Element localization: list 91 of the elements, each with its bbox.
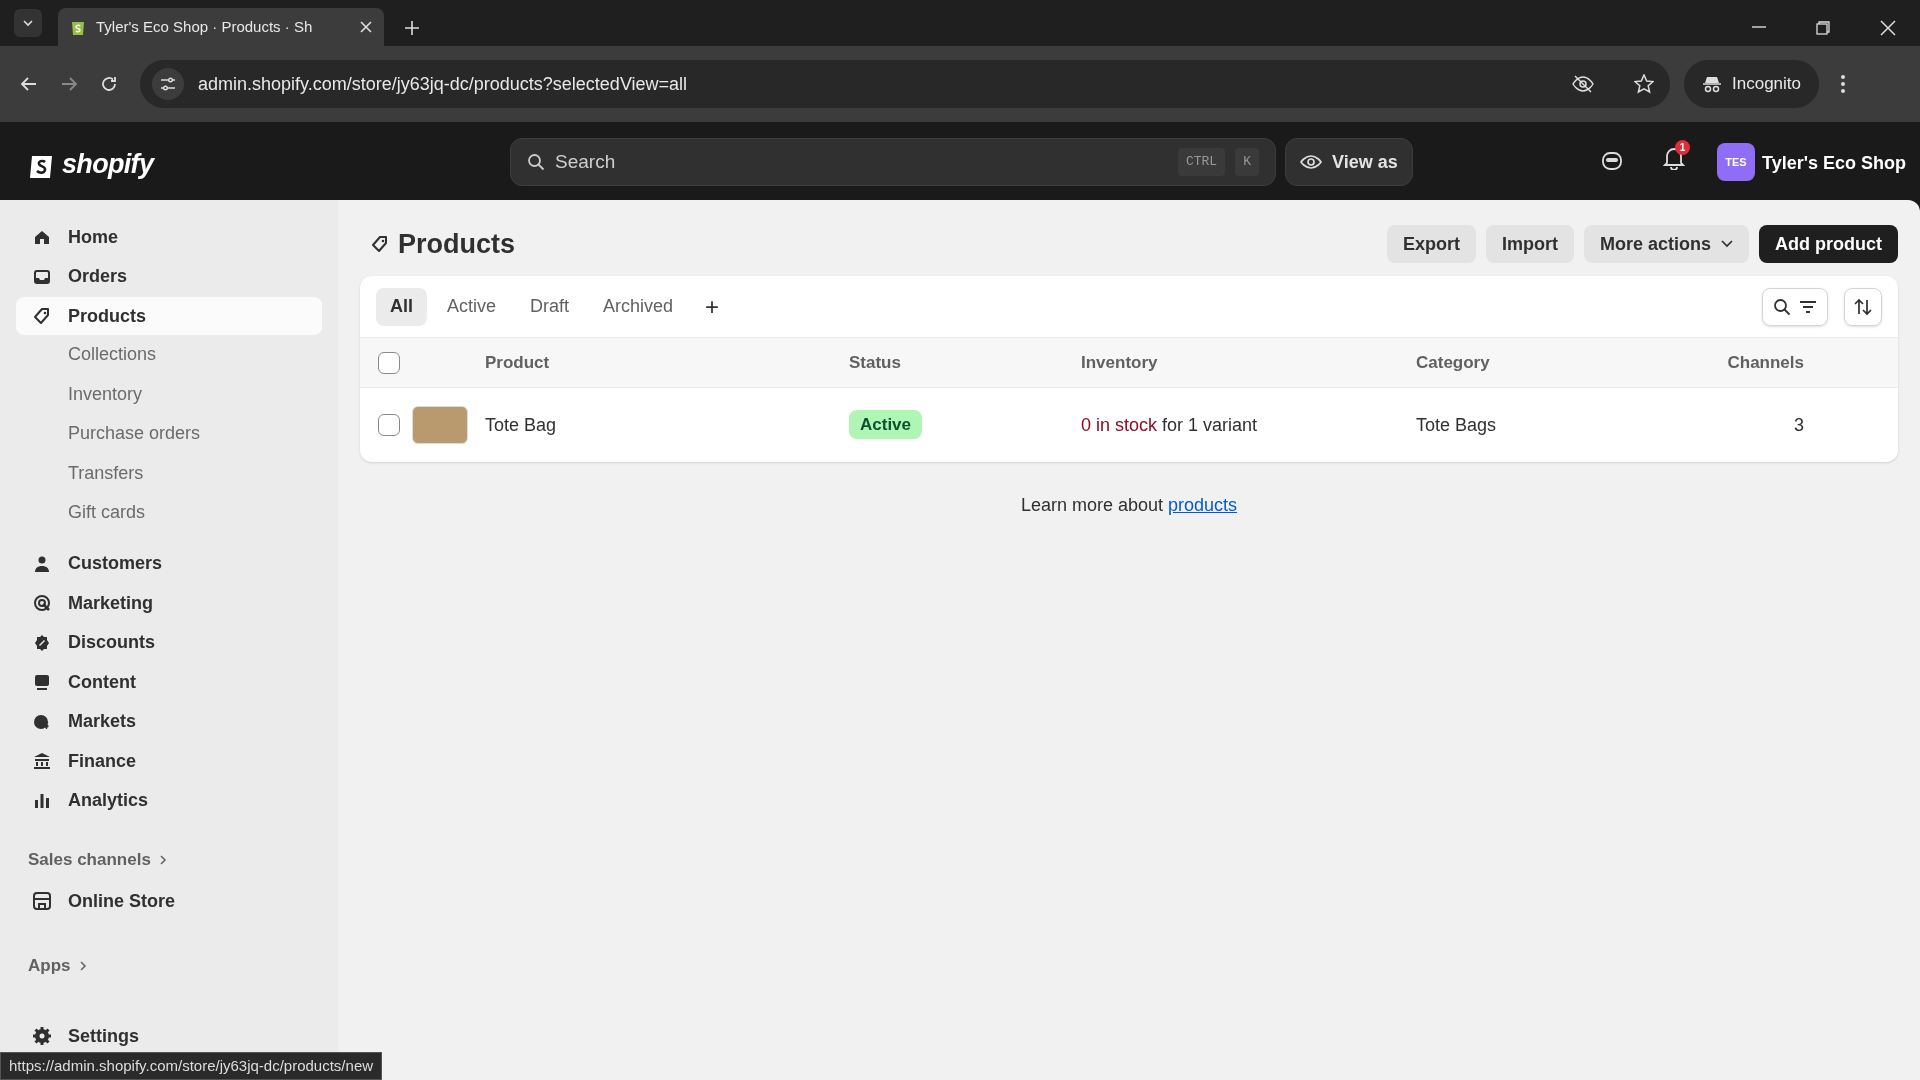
search-icon [1773, 297, 1791, 316]
more-actions-button[interactable]: More actions [1584, 225, 1749, 263]
close-icon[interactable] [360, 21, 372, 33]
nav-item[interactable]: Markets [16, 702, 322, 741]
storefront-icon [32, 891, 52, 911]
add-view-button[interactable]: + [693, 287, 732, 326]
apps-link[interactable]: Apps [28, 951, 338, 981]
site-settings-button[interactable] [152, 68, 184, 100]
browser-tab[interactable]: Tyler's Eco Shop · Products · Sh [58, 8, 384, 46]
product-thumbnail [412, 406, 468, 444]
notification-badge: 1 [1675, 140, 1690, 155]
tab-list-button[interactable] [14, 9, 42, 37]
sales-channels-link[interactable]: Sales channels [28, 845, 338, 875]
tag-icon [32, 306, 52, 326]
add-product-button[interactable]: Add product [1759, 225, 1898, 263]
chevron-right-icon [78, 960, 87, 972]
products-link[interactable]: products [1168, 495, 1238, 515]
store-avatar[interactable]: TES [1717, 143, 1755, 181]
url-text: admin.shopify.com/store/jy63jq-dc/products?selectedView=all [198, 72, 689, 96]
address-bar[interactable]: admin.shopify.com/store/jy63jq-dc/products?selectedView=all [140, 60, 1670, 108]
target-icon [32, 593, 52, 613]
action-button[interactable]: Export [1386, 225, 1476, 263]
chevron-down-icon [22, 17, 34, 29]
nav-item[interactable]: Discounts [16, 623, 322, 662]
view-tab[interactable]: Active [433, 287, 511, 326]
search-filter-button[interactable] [1762, 287, 1828, 326]
filter-icon [1799, 299, 1817, 314]
close-icon[interactable] [1880, 20, 1896, 36]
nav-item[interactable]: Online Store [16, 881, 322, 921]
nav-item[interactable]: Marketing [16, 584, 322, 622]
column-header: Status [849, 352, 901, 372]
nav-subitem[interactable]: Transfers [68, 453, 338, 493]
new-tab-icon[interactable] [404, 20, 420, 36]
view-as-button[interactable]: View as [1285, 138, 1413, 186]
sort-button[interactable] [1844, 287, 1882, 326]
page-title: Products [398, 227, 516, 261]
inventory-text: 0 in stock for 1 variant [1081, 414, 1258, 435]
nav-item[interactable]: Orders [16, 257, 322, 296]
forward-icon[interactable] [60, 75, 78, 93]
select-all-checkbox[interactable] [378, 351, 400, 374]
nav-item[interactable]: Finance [16, 742, 322, 780]
search-icon [527, 153, 545, 171]
shortcut-key: K [1235, 148, 1259, 176]
product-name[interactable]: Tote Bag [485, 414, 557, 435]
incognito-icon [1702, 75, 1722, 93]
column-header: Product [485, 352, 550, 372]
column-header: Channels [1727, 352, 1804, 372]
tag-icon [370, 234, 390, 254]
percent-badge-icon [32, 632, 52, 653]
settings-icon [32, 1026, 52, 1046]
sliders-icon [160, 77, 176, 91]
eye-icon [1300, 154, 1322, 170]
view-tab[interactable]: Draft [516, 287, 584, 326]
store-name[interactable]: Tyler's Eco Shop [1762, 150, 1906, 177]
back-icon[interactable] [20, 75, 38, 93]
nav-item[interactable]: Customers [16, 544, 322, 583]
sort-icon [1854, 297, 1872, 316]
image-icon [32, 672, 52, 692]
view-tab[interactable]: All [376, 287, 427, 326]
column-header: Inventory [1081, 352, 1158, 372]
menu-icon[interactable] [1841, 75, 1845, 93]
tab-title: Tyler's Eco Shop · Products · Sh [96, 16, 314, 37]
nav-subitem[interactable]: Gift cards [68, 493, 338, 533]
nav-subitem[interactable]: Purchase orders [68, 414, 338, 454]
channel-count: 3 [1794, 414, 1804, 435]
eye-off-icon[interactable] [1572, 75, 1594, 93]
row-checkbox[interactable] [378, 414, 400, 436]
nav-subitem[interactable]: Inventory [68, 374, 338, 414]
chevron-right-icon [158, 854, 167, 866]
incognito-button[interactable]: Incognito [1684, 60, 1819, 108]
nav-item[interactable]: Products [16, 297, 322, 335]
star-icon[interactable] [1634, 74, 1654, 94]
search-field[interactable]: Search CTRL K [510, 138, 1276, 186]
nav-item[interactable]: Content [16, 663, 322, 701]
nav-subitem[interactable]: Collections [68, 335, 338, 375]
nav-item[interactable]: Analytics [16, 781, 322, 820]
view-tab[interactable]: Archived [589, 287, 688, 326]
nav-item[interactable]: Home [16, 218, 322, 256]
status-badge: Active [849, 410, 923, 440]
reload-icon[interactable] [100, 75, 118, 93]
status-url-tooltip: https://admin.shopify.com/store/jy63jq-dc/products/new [0, 1052, 383, 1080]
action-button[interactable]: Import [1486, 225, 1574, 263]
restore-icon[interactable] [1816, 21, 1830, 35]
learn-more-text: Learn more about products [1020, 494, 1238, 517]
search-input[interactable]: Search [555, 147, 1168, 177]
category-text: Tote Bags [1416, 414, 1497, 435]
bank-icon [32, 751, 52, 771]
shopify-logo[interactable]: shopify [62, 144, 154, 185]
shortcut-key: CTRL [1177, 148, 1226, 176]
chevron-down-icon [1721, 240, 1733, 248]
column-header: Category [1416, 352, 1490, 372]
